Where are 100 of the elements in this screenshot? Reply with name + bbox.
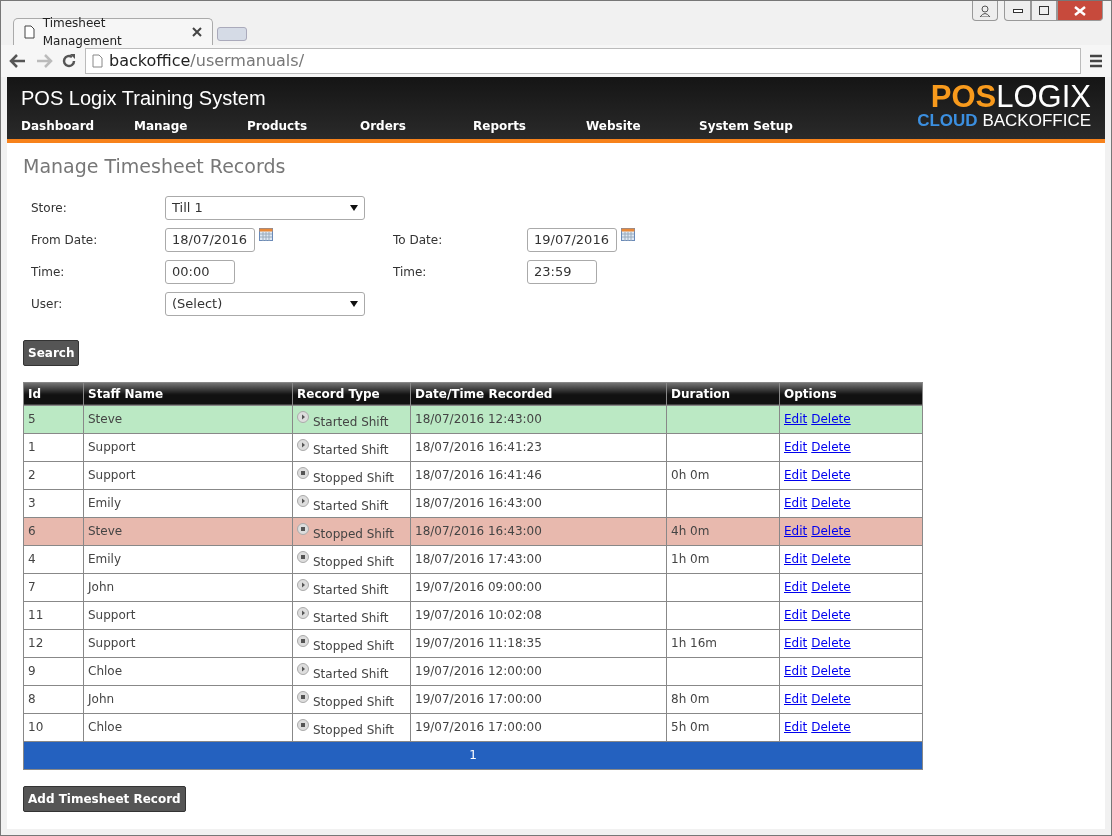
- stop-icon: [297, 551, 309, 564]
- edit-link[interactable]: Edit: [784, 664, 808, 679]
- table-cell: 18/07/2016 16:43:00: [410, 489, 667, 518]
- field-label: Time:: [393, 263, 428, 281]
- table-cell: 2: [23, 461, 84, 490]
- document-icon: [24, 25, 35, 39]
- play-icon: [297, 411, 309, 424]
- record-type: Started Shift: [313, 498, 389, 516]
- record-type: Stopped Shift: [313, 526, 394, 544]
- play-icon: [297, 663, 309, 676]
- nav-link[interactable]: Orders: [360, 117, 473, 135]
- edit-link[interactable]: Edit: [784, 496, 808, 511]
- table-cell: 5h 0m: [666, 713, 780, 742]
- delete-link[interactable]: Delete: [811, 664, 851, 679]
- record-type: Stopped Shift: [313, 470, 394, 488]
- input-field[interactable]: 19/07/2016: [527, 227, 617, 252]
- nav-link[interactable]: Website: [586, 117, 699, 135]
- table-cell: 1: [23, 433, 84, 462]
- delete-link[interactable]: Delete: [811, 440, 851, 455]
- close-button[interactable]: [1057, 1, 1103, 21]
- edit-link[interactable]: Edit: [784, 580, 808, 595]
- input-field[interactable]: 23:59: [527, 259, 597, 284]
- column-header: Duration: [666, 382, 780, 406]
- back-icon[interactable]: [9, 53, 27, 69]
- nav-link[interactable]: Dashboard: [21, 117, 134, 135]
- play-icon: [297, 495, 309, 508]
- table-cell: 18/07/2016 12:43:00: [410, 405, 667, 434]
- table-cell: 11: [23, 601, 84, 630]
- delete-link[interactable]: Delete: [811, 412, 851, 427]
- field-label: Time:: [31, 263, 66, 281]
- delete-link[interactable]: Delete: [811, 552, 851, 567]
- table-cell: 5: [23, 405, 84, 434]
- record-type: Stopped Shift: [313, 638, 394, 656]
- minimize-button[interactable]: [1004, 1, 1031, 21]
- record-type: Started Shift: [313, 442, 389, 460]
- stop-icon: [297, 691, 309, 704]
- delete-link[interactable]: Delete: [811, 496, 851, 511]
- delete-link[interactable]: Delete: [811, 524, 851, 539]
- column-header: Id: [23, 382, 84, 406]
- input-field[interactable]: 18/07/2016: [165, 227, 255, 252]
- table-cell: 10: [23, 713, 84, 742]
- edit-link[interactable]: Edit: [784, 524, 808, 539]
- nav-link[interactable]: Products: [247, 117, 360, 135]
- table-cell: 18/07/2016 16:41:46: [410, 461, 667, 490]
- field-label: Store:: [31, 199, 68, 217]
- table-cell: Steve: [83, 517, 293, 546]
- reload-icon[interactable]: [61, 53, 77, 69]
- search-button[interactable]: Search: [23, 339, 80, 366]
- table-cell: Support: [83, 461, 293, 490]
- address-bar[interactable]: backoffice/usermanuals/: [85, 48, 1081, 74]
- record-type: Started Shift: [313, 414, 389, 432]
- play-icon: [297, 579, 309, 592]
- delete-link[interactable]: Delete: [811, 636, 851, 651]
- caret-icon: [350, 300, 358, 307]
- record-type: Stopped Shift: [313, 554, 394, 572]
- stop-icon: [297, 719, 309, 732]
- delete-link[interactable]: Delete: [811, 692, 851, 707]
- table-cell: 19/07/2016 09:00:00: [410, 573, 667, 602]
- nav-link[interactable]: Reports: [473, 117, 586, 135]
- table-cell: Support: [83, 601, 293, 630]
- edit-link[interactable]: Edit: [784, 720, 808, 735]
- add-record-button[interactable]: Add Timesheet Record: [23, 785, 186, 812]
- delete-link[interactable]: Delete: [811, 580, 851, 595]
- record-type: Started Shift: [313, 582, 389, 600]
- page-number[interactable]: 1: [469, 748, 477, 763]
- table-cell: Support: [83, 433, 293, 462]
- column-header: Date/Time Recorded: [410, 382, 667, 406]
- edit-link[interactable]: Edit: [784, 440, 808, 455]
- table-cell: 18/07/2016 17:43:00: [410, 545, 667, 574]
- delete-link[interactable]: Delete: [811, 608, 851, 623]
- table-cell: John: [83, 573, 293, 602]
- edit-link[interactable]: Edit: [784, 412, 808, 427]
- calendar-icon[interactable]: [259, 227, 273, 241]
- close-icon[interactable]: [192, 27, 202, 37]
- nav-link[interactable]: Manage: [134, 117, 247, 135]
- delete-link[interactable]: Delete: [811, 720, 851, 735]
- edit-link[interactable]: Edit: [784, 552, 808, 567]
- table-cell: Steve: [83, 405, 293, 434]
- field-label: From Date:: [31, 231, 99, 249]
- edit-link[interactable]: Edit: [784, 468, 808, 483]
- calendar-icon[interactable]: [621, 227, 635, 241]
- table-cell: John: [83, 685, 293, 714]
- edit-link[interactable]: Edit: [784, 636, 808, 651]
- delete-link[interactable]: Delete: [811, 468, 851, 483]
- maximize-icon: [1039, 6, 1049, 15]
- dropdown[interactable]: (Select): [165, 291, 365, 316]
- table-cell: 19/07/2016 12:00:00: [410, 657, 667, 686]
- table-cell: Support: [83, 629, 293, 658]
- table-cell: 19/07/2016 11:18:35: [410, 629, 667, 658]
- dropdown[interactable]: Till 1: [165, 195, 365, 220]
- profile-button[interactable]: [972, 1, 998, 21]
- input-field[interactable]: 00:00: [165, 259, 235, 284]
- table-cell: Chloe: [83, 713, 293, 742]
- edit-link[interactable]: Edit: [784, 692, 808, 707]
- table-cell: 4: [23, 545, 84, 574]
- edit-link[interactable]: Edit: [784, 608, 808, 623]
- nav-link[interactable]: System Setup: [699, 117, 812, 135]
- menu-icon[interactable]: [1089, 54, 1103, 68]
- maximize-button[interactable]: [1031, 1, 1057, 21]
- table-cell: Emily: [83, 489, 293, 518]
